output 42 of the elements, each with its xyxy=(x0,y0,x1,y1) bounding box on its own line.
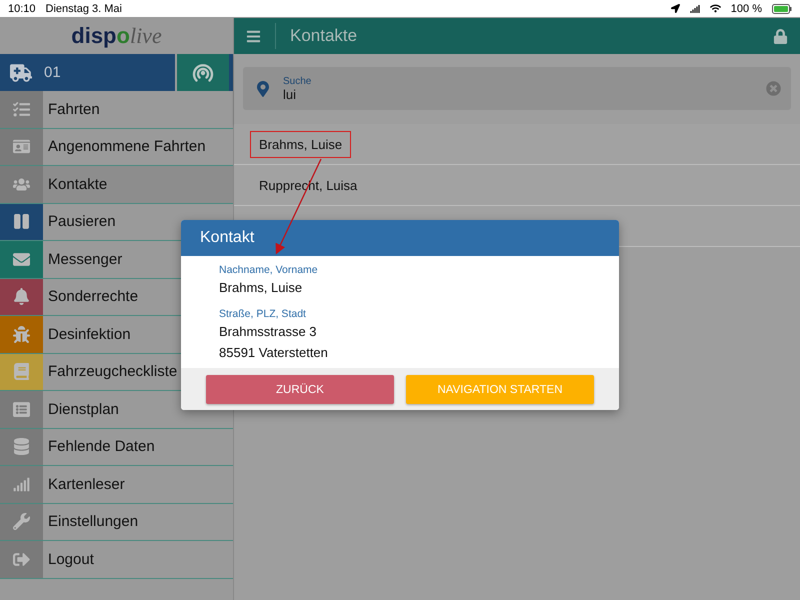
menu-icon[interactable] xyxy=(246,28,261,44)
dialog-title: Kontakt xyxy=(181,220,619,256)
bug-icon xyxy=(13,326,30,343)
envelope-icon xyxy=(13,250,30,268)
broadcast-button[interactable] xyxy=(177,54,233,91)
sign-out-icon xyxy=(13,550,30,568)
wifi-icon xyxy=(710,3,721,14)
back-button[interactable]: ZURÜCK xyxy=(206,375,394,404)
ambulance-icon xyxy=(10,62,32,84)
search-label: Suche xyxy=(283,76,312,86)
header-title: Kontakte xyxy=(290,26,358,46)
signal-icon xyxy=(13,476,30,493)
battery-percentage: 100 % xyxy=(730,2,762,14)
sidebar-item[interactable]: Kartenleser xyxy=(0,466,233,504)
sidebar-item[interactable]: Logout xyxy=(0,541,233,578)
status-date: Dienstag 3. Mai xyxy=(46,2,122,14)
sidebar-item[interactable]: Kontakte xyxy=(0,166,233,204)
book-icon xyxy=(13,363,30,380)
checklist-icon xyxy=(13,100,30,118)
cellular-signal-icon xyxy=(690,4,700,14)
battery-icon xyxy=(772,4,792,14)
database-icon xyxy=(13,438,30,456)
bell-icon xyxy=(13,288,30,306)
status-time: 10:10 xyxy=(8,2,36,14)
lock-icon[interactable] xyxy=(773,28,788,44)
wrench-icon xyxy=(13,513,30,530)
sidebar-item[interactable]: Angenommene Fahrten xyxy=(0,128,233,166)
vehicle-number: 01 xyxy=(44,64,61,81)
pause-icon xyxy=(13,213,30,230)
id-card-icon xyxy=(13,138,30,156)
search-field[interactable]: Suche lui xyxy=(243,67,791,110)
sidebar-item[interactable]: Fehlende Daten xyxy=(0,428,233,466)
sidebar-item[interactable]: Fahrten xyxy=(0,91,233,128)
broadcast-icon xyxy=(192,62,214,84)
sidebar-item[interactable]: Einstellungen xyxy=(0,504,233,541)
people-icon xyxy=(13,176,30,193)
contact-row[interactable]: Brahms, Luise xyxy=(234,124,800,165)
search-value: lui xyxy=(283,86,298,102)
location-icon xyxy=(670,4,680,13)
map-pin-icon xyxy=(255,80,271,96)
logo: dispolive xyxy=(70,22,163,50)
list-icon xyxy=(13,400,30,418)
